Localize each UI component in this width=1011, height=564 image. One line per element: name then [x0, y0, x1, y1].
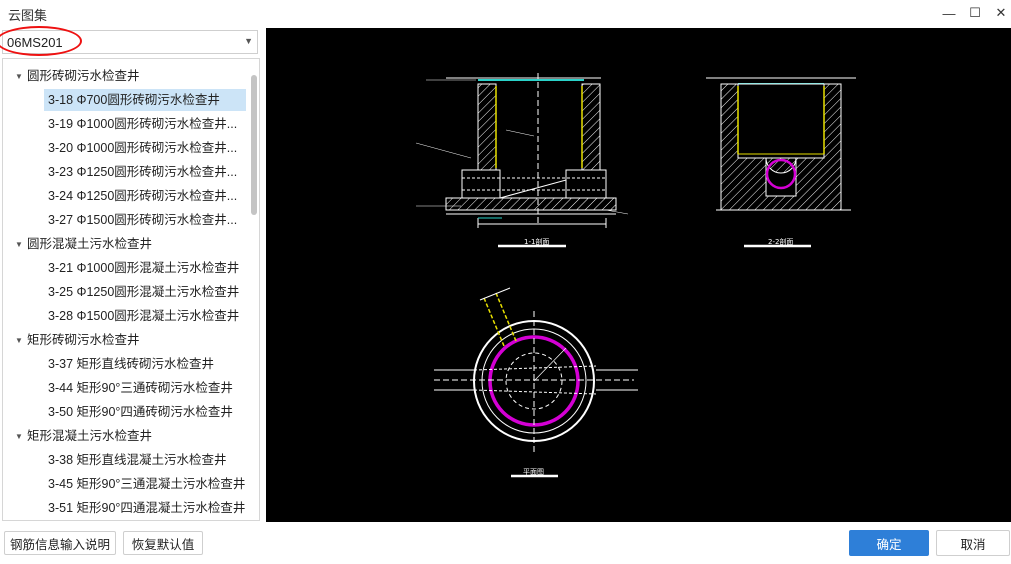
rebar-info-button[interactable]: 钢筋信息输入说明	[4, 531, 116, 555]
drawing-canvas[interactable]: 1-1剖面 2-2剖面 平面图	[266, 28, 1011, 522]
restore-default-button[interactable]: 恢复默认值	[123, 531, 203, 555]
tree-group-rect-concrete[interactable]: ▼ 矩形混凝土污水检查井	[15, 425, 152, 447]
section-1-1-title: 1-1剖面	[524, 237, 549, 246]
section-1-1	[415, 73, 629, 248]
tree-item[interactable]: 3-25 Φ1250圆形混凝土污水检查井	[44, 281, 243, 303]
close-button[interactable]: ✕	[988, 2, 1011, 24]
chevron-down-icon: ▼	[244, 36, 253, 46]
section-2-2-title: 2-2剖面	[768, 237, 793, 246]
tree-item[interactable]: 3-20 Φ1000圆形砖砌污水检查井...	[44, 137, 241, 159]
cad-drawing: 1-1剖面 2-2剖面 平面图	[415, 73, 856, 478]
tree-item[interactable]: 3-28 Φ1500圆形混凝土污水检查井	[44, 305, 243, 327]
plan-view-title: 平面图	[523, 468, 544, 476]
tree-group-round-brick[interactable]: ▼ 圆形砖砌污水检查井	[15, 65, 140, 87]
window-title: 云图集	[8, 8, 48, 23]
tree-item[interactable]: 3-44 矩形90°三通砖砌污水检查井	[44, 377, 237, 399]
caret-down-icon: ▼	[15, 335, 23, 345]
tree-item[interactable]: 3-21 Φ1000圆形混凝土污水检查井	[44, 257, 243, 279]
tree-item[interactable]: 3-19 Φ1000圆形砖砌污水检查井...	[44, 113, 241, 135]
cancel-button[interactable]: 取消	[936, 530, 1010, 556]
minimize-button[interactable]: —	[936, 2, 962, 24]
atlas-select-value: 06MS201	[7, 35, 63, 50]
close-icon: ✕	[995, 5, 1007, 20]
tree-group-round-concrete[interactable]: ▼ 圆形混凝土污水检查井	[15, 233, 152, 255]
tree-item[interactable]: 3-27 Φ1500圆形砖砌污水检查井...	[44, 209, 241, 231]
ok-button[interactable]: 确定	[849, 530, 929, 556]
tree-item[interactable]: 3-37 矩形直线砖砌污水检查井	[44, 353, 218, 375]
tree-item[interactable]: 3-50 矩形90°四通砖砌污水检查井	[44, 401, 237, 423]
plan-view	[434, 287, 638, 478]
section-2-2	[706, 77, 856, 248]
caret-down-icon: ▼	[15, 71, 23, 81]
tree-item[interactable]: 3-51 矩形90°四通混凝土污水检查井	[44, 497, 249, 519]
title-bar: 云图集 — ☐ ✕	[0, 0, 1011, 28]
tree-item[interactable]: 3-23 Φ1250圆形砖砌污水检查井...	[44, 161, 241, 183]
caret-down-icon: ▼	[15, 431, 23, 441]
tree-item[interactable]: 3-18 Φ700圆形砖砌污水检查井	[44, 89, 246, 111]
tree-group-rect-brick[interactable]: ▼ 矩形砖砌污水检查井	[15, 329, 140, 351]
maximize-icon: ☐	[969, 5, 981, 20]
maximize-button[interactable]: ☐	[962, 2, 988, 24]
caret-down-icon: ▼	[15, 239, 23, 249]
tree-item[interactable]: 3-45 矩形90°三通混凝土污水检查井	[44, 473, 249, 495]
atlas-select[interactable]: 06MS201 ▼	[2, 30, 258, 54]
tree-scrollbar[interactable]	[251, 75, 257, 215]
minimize-icon: —	[942, 5, 956, 21]
tree-item[interactable]: 3-38 矩形直线混凝土污水检查井	[44, 449, 231, 471]
tree-item[interactable]: 3-24 Φ1250圆形砖砌污水检查井...	[44, 185, 241, 207]
atlas-tree[interactable]: ▼ 圆形砖砌污水检查井 3-18 Φ700圆形砖砌污水检查井 3-19 Φ1000…	[2, 58, 260, 521]
